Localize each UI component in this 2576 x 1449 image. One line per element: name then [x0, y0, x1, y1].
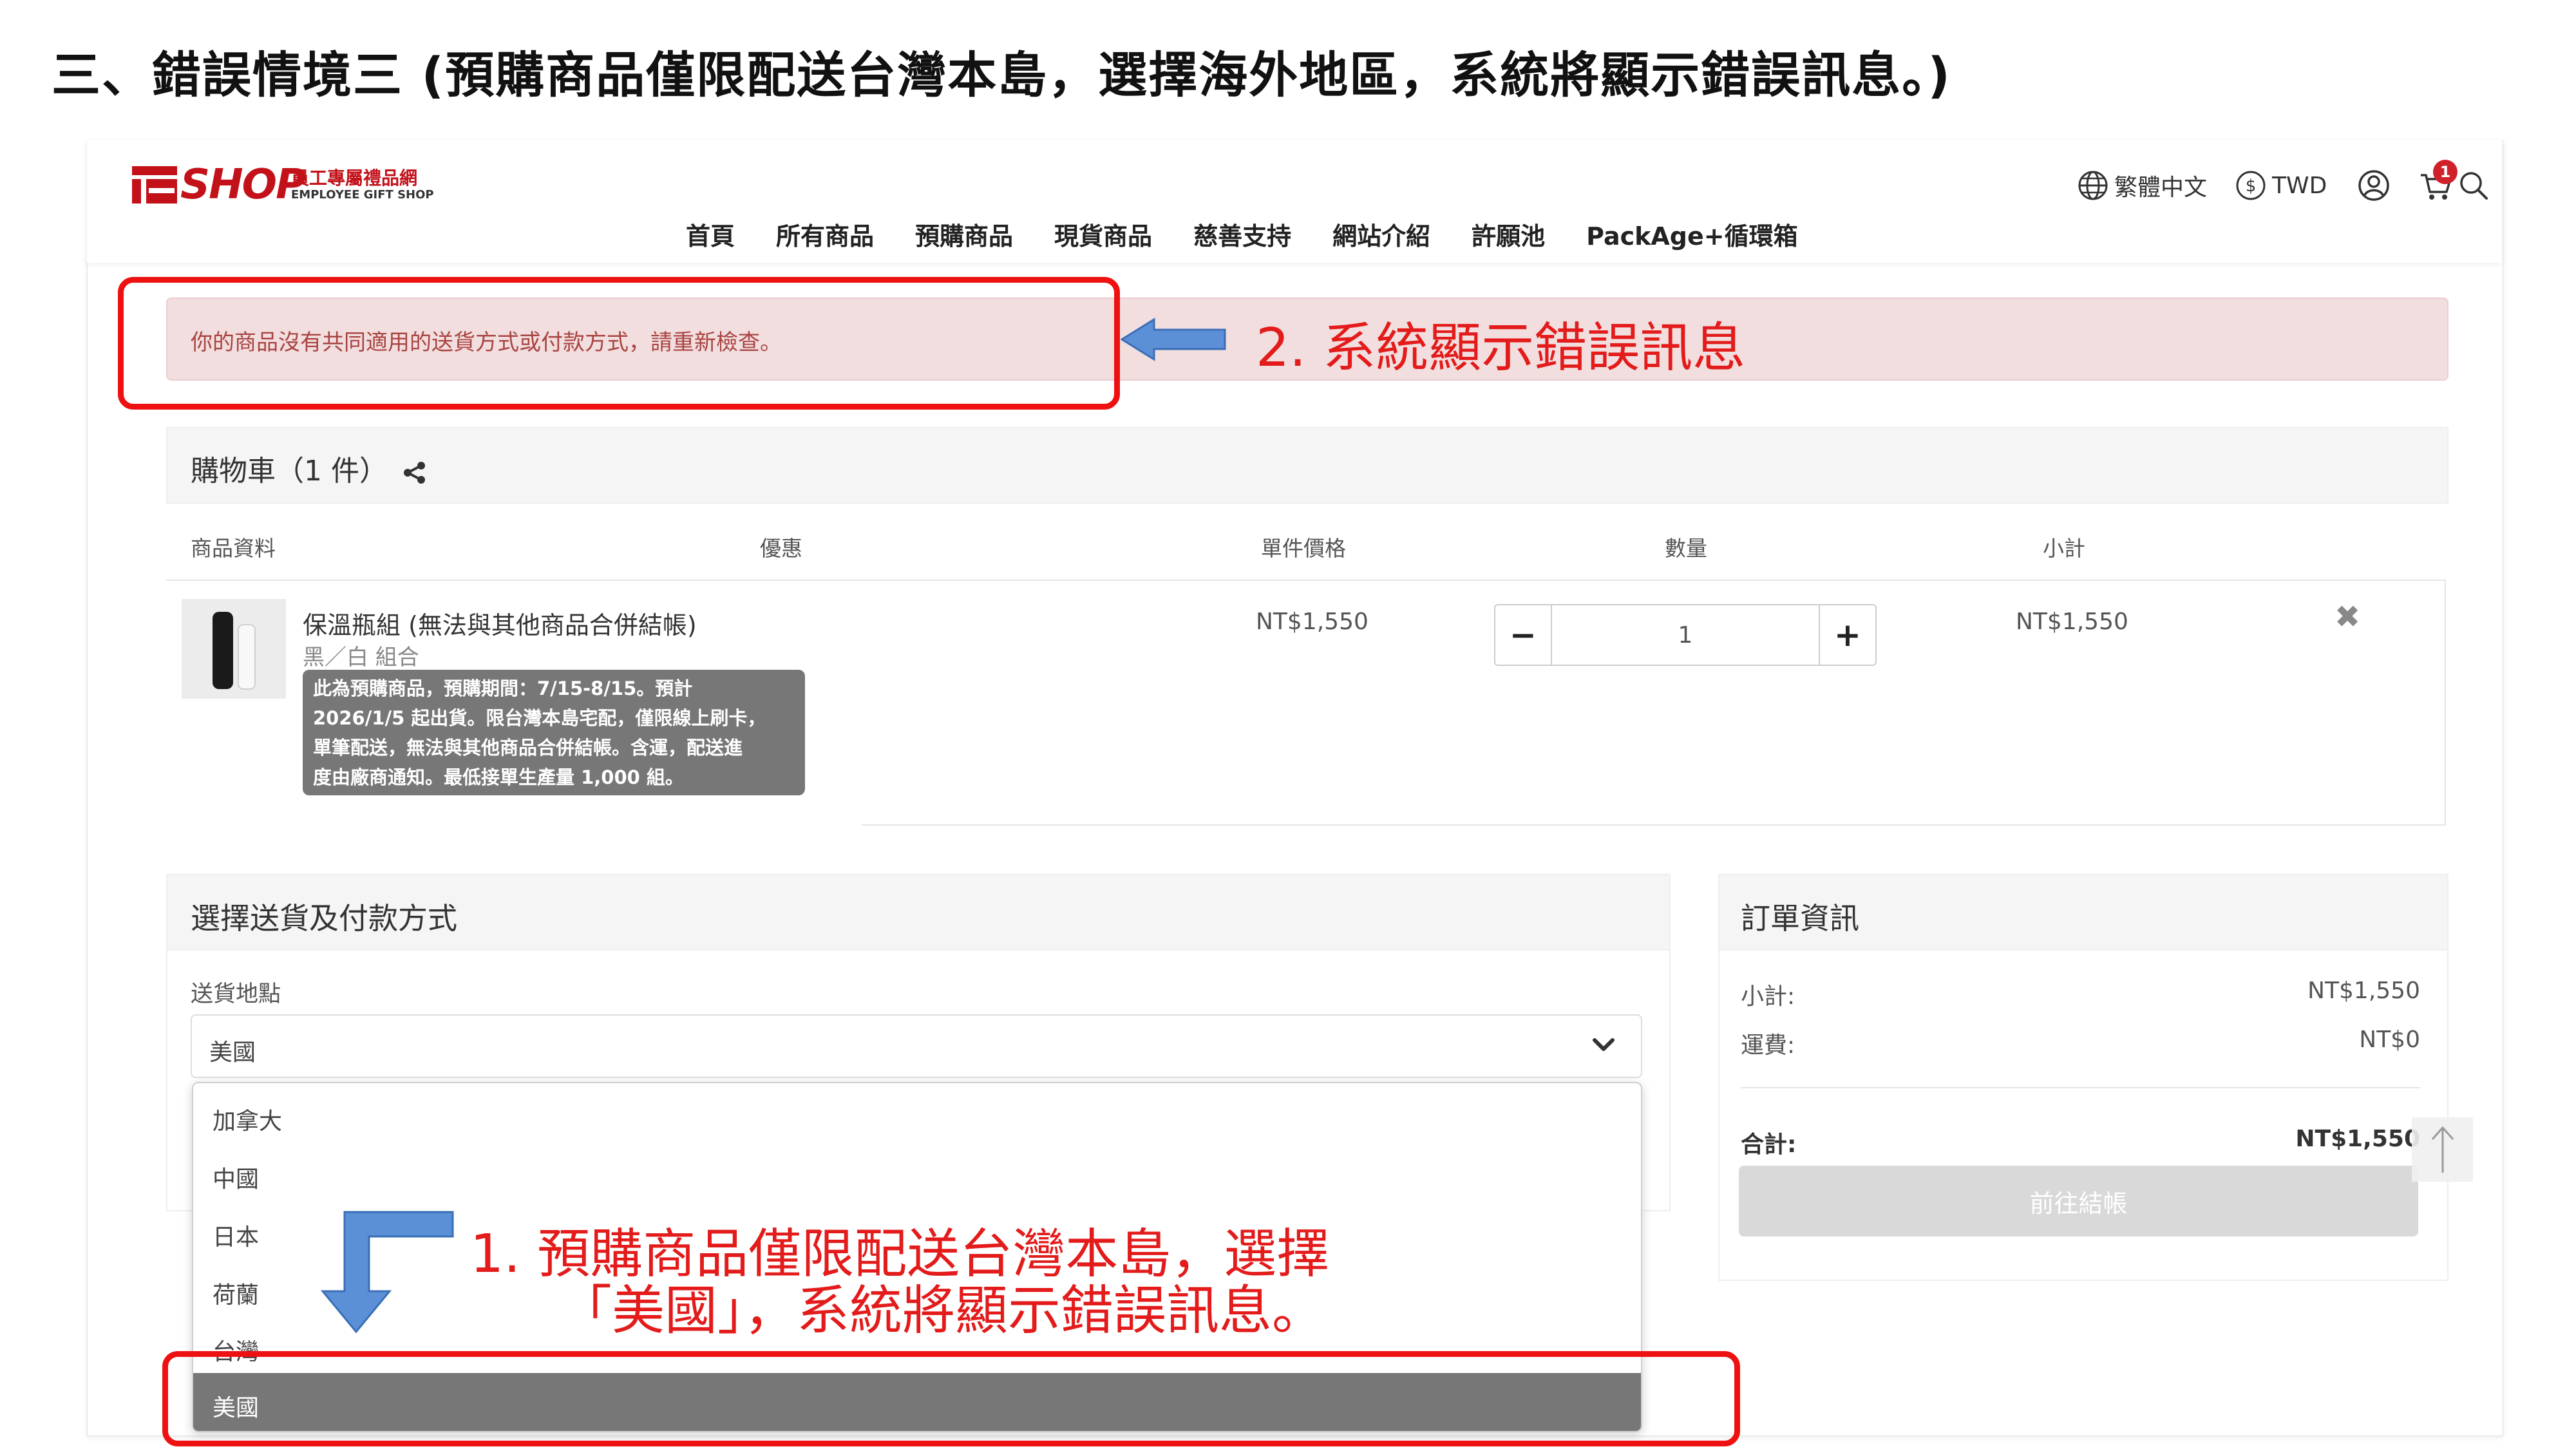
document-title: 三、錯誤情境三 (預購商品僅限配送台灣本島，選擇海外地區，系統將顯示錯誤訊息。)	[52, 46, 1951, 104]
annotation-arrow-left-icon	[1121, 317, 1226, 361]
preorder-note-line: 單筆配送，無法與其他商品合併結帳。含運，配送進	[313, 737, 743, 759]
order-shipping-value: NT$0	[2359, 1027, 2420, 1053]
order-shipping-label: 運費:	[1741, 1032, 1795, 1059]
cart-header-bar	[166, 427, 2448, 504]
nav-item-home[interactable]: 首頁	[686, 216, 735, 252]
main-nav: 首頁 所有商品 預購商品 現貨商品 慈善支持 網站介紹 許願池 PackAge+…	[686, 216, 1798, 252]
search-icon	[2460, 172, 2488, 200]
checkout-button[interactable]: 前往結帳	[1739, 1166, 2418, 1236]
product-thumbnail[interactable]	[182, 599, 286, 699]
item-subtotal: NT$1,550	[2016, 609, 2128, 635]
order-subtotal-label: 小計:	[1741, 983, 1795, 1010]
cart-right-border	[2445, 580, 2446, 824]
quantity-stepper: − 1 +	[1494, 604, 1877, 666]
logo-mark-icon[interactable]	[132, 166, 177, 204]
column-header-subtotal: 小計	[2043, 536, 2085, 561]
dropdown-option-japan[interactable]: 日本	[213, 1218, 259, 1252]
column-header-quantity: 數量	[1665, 536, 1707, 561]
cart-title: 購物車（1 件）	[191, 448, 428, 489]
annotation-step-1-line-2: 「美國」，系統將顯示錯誤訊息。	[559, 1280, 1325, 1341]
dropdown-option-netherlands[interactable]: 荷蘭	[213, 1276, 259, 1310]
currency-selector[interactable]: $ TWD	[2235, 166, 2327, 205]
arrow-up-icon	[2431, 1126, 2454, 1173]
back-to-top-button[interactable]	[2412, 1117, 2473, 1182]
column-header-discount: 優惠	[760, 536, 802, 561]
shipping-location-select[interactable]	[191, 1014, 1642, 1078]
account-button[interactable]	[2357, 166, 2391, 205]
quantity-input[interactable]: 1	[1551, 605, 1820, 665]
product-variant: 黑／白 組合	[303, 645, 419, 670]
shipping-location-label: 送貨地點	[191, 981, 281, 1007]
annotation-highlight-option	[162, 1351, 1740, 1446]
dropdown-option-canada[interactable]: 加拿大	[213, 1103, 282, 1136]
nav-item-in-stock[interactable]: 現貨商品	[1054, 216, 1152, 252]
shipping-location-value: 美國	[209, 1039, 256, 1066]
annotation-step-2: 2. 系統顯示錯誤訊息	[1256, 317, 1746, 379]
dropdown-option-china[interactable]: 中國	[213, 1160, 259, 1194]
currency-label: TWD	[2272, 172, 2327, 199]
preorder-note-line: 度由廠商通知。最低接單生產量 1,000 組。	[313, 766, 684, 788]
preorder-note: 此為預購商品，預購期間：7/15-8/15。預計 2026/1/5 起出貨。限台…	[303, 670, 805, 795]
globe-icon	[2078, 171, 2108, 200]
product-name[interactable]: 保溫瓶組 (無法與其他商品合併結帳)	[303, 605, 697, 641]
cart-header-divider	[166, 580, 2446, 581]
svg-text:$: $	[2246, 176, 2257, 196]
cart-bottom-divider	[862, 824, 2446, 826]
nav-item-wishlist[interactable]: 許願池	[1472, 216, 1545, 252]
language-label: 繁體中文	[2114, 175, 2208, 201]
order-summary-divider	[1741, 1087, 2420, 1088]
logo-subtitle-en: EMPLOYEE GIFT SHOP	[291, 188, 434, 202]
remove-item-icon[interactable]: ✖	[2334, 599, 2360, 635]
column-header-product: 商品資料	[191, 536, 276, 561]
logo-text[interactable]: SHOP	[180, 161, 306, 209]
order-title: 訂單資訊	[1741, 901, 1859, 936]
search-button[interactable]	[2457, 166, 2490, 205]
preorder-note-line: 2026/1/5 起出貨。限台灣本島宅配，僅限線上刷卡，	[313, 707, 766, 729]
preorder-note-line: 此為預購商品，預購期間：7/15-8/15。預計	[313, 677, 693, 699]
share-icon[interactable]	[402, 460, 428, 486]
nav-item-charity[interactable]: 慈善支持	[1193, 216, 1291, 252]
annotation-arrow-down-icon	[320, 1211, 454, 1333]
cart-title-text: 購物車（1 件）	[191, 455, 388, 488]
user-icon	[2358, 170, 2389, 201]
unit-price: NT$1,550	[1256, 609, 1368, 635]
nav-item-preorder[interactable]: 預購商品	[915, 216, 1013, 252]
chevron-down-icon	[1593, 1038, 1615, 1051]
order-subtotal-value: NT$1,550	[2307, 978, 2420, 1004]
nav-item-package[interactable]: PackAge+循環箱	[1586, 216, 1798, 252]
quantity-decrease-button[interactable]: −	[1495, 605, 1551, 665]
language-selector[interactable]: 繁體中文	[2077, 166, 2207, 205]
nav-item-about[interactable]: 網站介紹	[1332, 216, 1430, 252]
order-total-value: NT$1,550	[2295, 1126, 2420, 1152]
logo-subtitle-cn: 員工專屬禮品網	[291, 167, 418, 189]
nav-item-all-products[interactable]: 所有商品	[776, 216, 874, 252]
dollar-icon: $	[2236, 171, 2266, 200]
annotation-highlight-alert	[118, 277, 1120, 410]
cart-count-badge: 1	[2433, 160, 2458, 184]
quantity-increase-button[interactable]: +	[1820, 605, 1875, 665]
column-header-unit-price: 單件價格	[1261, 536, 1346, 561]
shipping-title: 選擇送貨及付款方式	[191, 901, 457, 936]
order-total-label: 合計:	[1741, 1132, 1797, 1158]
